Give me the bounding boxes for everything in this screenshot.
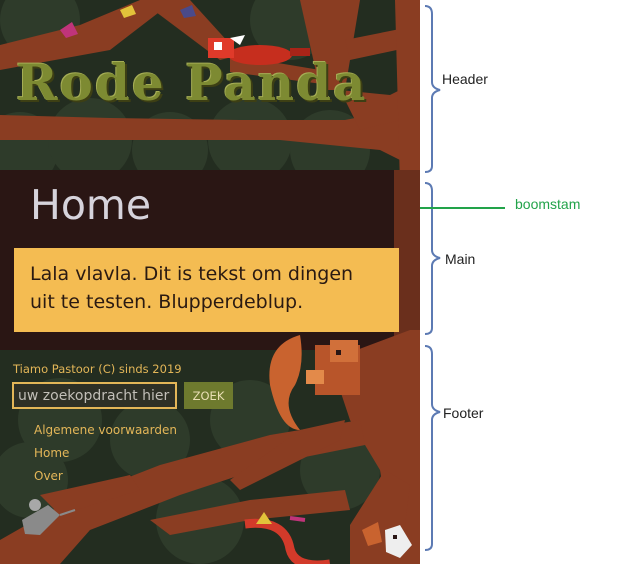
label-header: Header (442, 71, 488, 87)
site-logo[interactable]: Rode Panda (16, 58, 416, 108)
content-box: Lala vlavla. Dit is tekst om dingen uit … (14, 248, 399, 332)
search-input[interactable] (12, 382, 177, 409)
copyright-text: Tiamo Pastoor (C) sinds 2019 (13, 362, 182, 376)
footer-bracket (424, 345, 441, 551)
search-button[interactable]: ZOEK (184, 382, 233, 409)
snake-icon (244, 512, 330, 564)
label-main: Main (445, 251, 476, 267)
footer-link-algemene-voorwaarden[interactable]: Algemene voorwaarden (34, 423, 177, 437)
label-boomstam: boomstam (515, 196, 581, 212)
website-mockup: Rode Panda Home Lala vlavla. Dit is teks… (0, 0, 420, 564)
footer-link-home[interactable]: Home (34, 446, 69, 460)
label-footer: Footer (443, 405, 484, 421)
main-bracket (424, 182, 441, 335)
page-title: Home (30, 181, 152, 229)
footer-link-over[interactable]: Over (34, 469, 63, 483)
header-bracket (424, 5, 441, 173)
